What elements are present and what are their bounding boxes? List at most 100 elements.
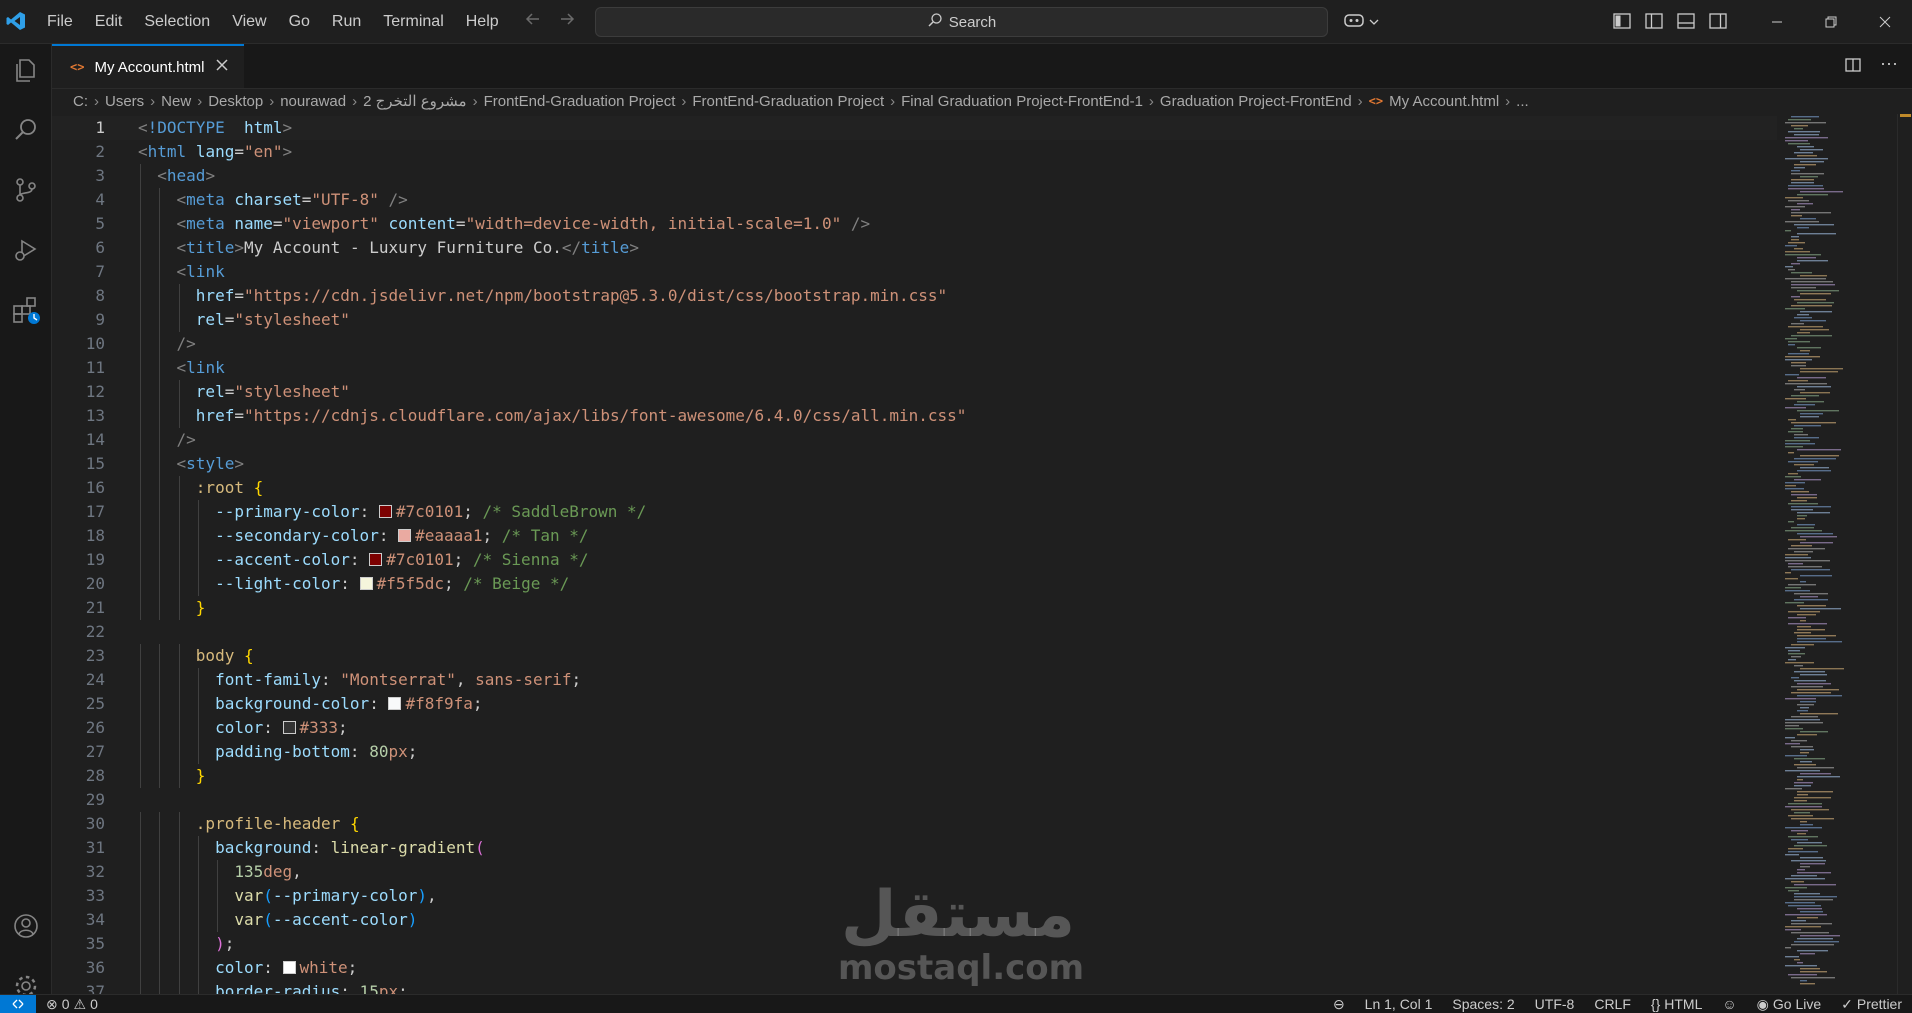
color-swatch[interactable] xyxy=(282,721,296,734)
code-line[interactable]: 9 rel="stylesheet" xyxy=(52,308,1777,332)
code-line[interactable]: 27 padding-bottom: 80px; xyxy=(52,740,1777,764)
color-swatch[interactable] xyxy=(378,505,392,518)
copilot-button[interactable] xyxy=(1343,11,1379,34)
breadcrumb-item[interactable]: Users xyxy=(105,93,144,110)
code-line[interactable]: 2 <html lang="en"> xyxy=(52,140,1777,164)
copilot-status[interactable]: ☺ xyxy=(1712,996,1746,1012)
code-editor[interactable]: 1 <!DOCTYPE html> 2 <html lang="en"> 3 <head… xyxy=(52,114,1777,994)
language-mode[interactable]: {} HTML xyxy=(1641,996,1712,1012)
breadcrumb-item[interactable]: ... xyxy=(1516,93,1529,110)
code-line[interactable]: 17 --primary-color: #7c0101; /* SaddleBr… xyxy=(52,500,1777,524)
code-line[interactable]: 30 .profile-header { xyxy=(52,812,1777,836)
color-swatch[interactable] xyxy=(282,961,296,974)
breadcrumb-item[interactable]: FrontEnd-Graduation Project xyxy=(484,93,676,110)
vertical-scrollbar[interactable] xyxy=(1897,114,1912,994)
code-line[interactable]: 23 body { xyxy=(52,644,1777,668)
code-line[interactable]: 7 <link xyxy=(52,260,1777,284)
breadcrumb-item[interactable]: Graduation Project-FrontEnd xyxy=(1160,93,1352,110)
code-line[interactable]: 22 xyxy=(52,620,1777,644)
code-line[interactable]: 15 <style> xyxy=(52,452,1777,476)
code-line[interactable]: 8 href="https://cdn.jsdelivr.net/npm/boo… xyxy=(52,284,1777,308)
breadcrumb-item[interactable]: FrontEnd-Graduation Project xyxy=(692,93,884,110)
problems-indicator[interactable]: ⊗ 0 ⚠ 0 xyxy=(36,996,108,1013)
cursor-position[interactable]: Ln 1, Col 1 xyxy=(1355,996,1443,1012)
toggle-panel-icon[interactable] xyxy=(1676,11,1696,36)
encoding[interactable]: UTF-8 xyxy=(1525,996,1585,1012)
code-line[interactable]: 6 <title>My Account - Luxury Furniture C… xyxy=(52,236,1777,260)
extensions-icon[interactable] xyxy=(0,286,51,334)
account-icon[interactable] xyxy=(0,902,51,950)
close-icon[interactable] xyxy=(215,58,229,76)
menu-view[interactable]: View xyxy=(221,13,277,31)
code-line[interactable]: 3 <head> xyxy=(52,164,1777,188)
code-line[interactable]: 16 :root { xyxy=(52,476,1777,500)
code-line[interactable]: 24 font-family: "Montserrat", sans-serif… xyxy=(52,668,1777,692)
code-line[interactable]: 11 <link xyxy=(52,356,1777,380)
close-window-icon[interactable] xyxy=(1858,0,1912,43)
line-number: 7 xyxy=(95,262,105,281)
breadcrumb-item[interactable]: Desktop xyxy=(208,93,263,110)
explorer-icon[interactable] xyxy=(0,46,51,94)
breadcrumb-item[interactable]: مشروع التخرج 2 xyxy=(363,92,466,110)
code-line[interactable]: 12 rel="stylesheet" xyxy=(52,380,1777,404)
zoom-indicator[interactable]: ⊖ xyxy=(1323,996,1355,1013)
more-actions-icon[interactable]: ··· xyxy=(1880,54,1898,79)
menu-terminal[interactable]: Terminal xyxy=(372,13,454,31)
menu-help[interactable]: Help xyxy=(455,13,510,31)
code-line[interactable]: 4 <meta charset="UTF-8" /> xyxy=(52,188,1777,212)
code-line[interactable]: 18 --secondary-color: #eaaaa1; /* Tan */ xyxy=(52,524,1777,548)
breadcrumb-item[interactable]: Final Graduation Project-FrontEnd-1 xyxy=(901,93,1143,110)
code-line[interactable]: 21 } xyxy=(52,596,1777,620)
run-debug-icon[interactable] xyxy=(0,226,51,274)
code-line[interactable]: 19 --accent-color: #7c0101; /* Sienna */ xyxy=(52,548,1777,572)
code-line[interactable]: 20 --light-color: #f5f5dc; /* Beige */ xyxy=(52,572,1777,596)
source-control-icon[interactable] xyxy=(0,166,51,214)
back-arrow-icon[interactable] xyxy=(524,10,542,33)
tab-my-account-html[interactable]: <> My Account.html xyxy=(52,44,244,88)
scrollbar-thumb[interactable] xyxy=(1900,114,1911,117)
breadcrumb-item[interactable]: C: xyxy=(73,93,88,110)
toggle-primary-sidebar-icon[interactable] xyxy=(1644,11,1664,36)
code-line[interactable]: 31 background: linear-gradient( xyxy=(52,836,1777,860)
split-editor-icon[interactable] xyxy=(1844,56,1862,79)
code-line[interactable]: 10 /> xyxy=(52,332,1777,356)
customize-layout-icon[interactable] xyxy=(1612,11,1632,36)
forward-arrow-icon[interactable] xyxy=(558,10,576,33)
breadcrumb-item[interactable]: New xyxy=(161,93,191,110)
menu-file[interactable]: File xyxy=(36,13,84,31)
code-line[interactable]: 13 href="https://cdnjs.cloudflare.com/aj… xyxy=(52,404,1777,428)
tab-title: My Account.html xyxy=(94,58,205,76)
menu-selection[interactable]: Selection xyxy=(133,13,221,31)
code-line[interactable]: 26 color: #333; xyxy=(52,716,1777,740)
end-of-line[interactable]: CRLF xyxy=(1584,996,1641,1012)
color-swatch[interactable] xyxy=(388,697,402,710)
color-swatch[interactable] xyxy=(369,553,383,566)
code-text: padding-bottom: 80px; xyxy=(138,740,417,764)
code-line[interactable]: 14 /> xyxy=(52,428,1777,452)
color-swatch[interactable] xyxy=(359,577,373,590)
minimize-icon[interactable] xyxy=(1750,0,1804,43)
search-view-icon[interactable] xyxy=(0,106,51,154)
indentation[interactable]: Spaces: 2 xyxy=(1442,996,1524,1012)
minimap[interactable] xyxy=(1777,114,1897,994)
toggle-secondary-sidebar-icon[interactable] xyxy=(1708,11,1728,36)
code-line[interactable]: 28 } xyxy=(52,764,1777,788)
code-line[interactable]: 29 xyxy=(52,788,1777,812)
remote-indicator[interactable] xyxy=(0,995,36,1013)
breadcrumb-item-current[interactable]: My Account.html xyxy=(1389,93,1499,110)
prettier-status[interactable]: ✓ Prettier xyxy=(1831,996,1912,1013)
restore-icon[interactable] xyxy=(1804,0,1858,43)
code-line[interactable]: 25 background-color: #f8f9fa; xyxy=(52,692,1777,716)
minimap-line xyxy=(1797,833,1806,835)
menu-edit[interactable]: Edit xyxy=(84,13,134,31)
command-search-box[interactable]: Search xyxy=(595,7,1328,37)
go-live-button[interactable]: ◉ Go Live xyxy=(1747,996,1831,1013)
minimap-line xyxy=(1794,152,1813,154)
color-swatch[interactable] xyxy=(398,529,412,542)
breadcrumb-item[interactable]: nourawad xyxy=(280,93,346,110)
menu-go[interactable]: Go xyxy=(278,13,321,31)
code-line[interactable]: 1 <!DOCTYPE html> xyxy=(52,116,1777,140)
code-line[interactable]: 5 <meta name="viewport" content="width=d… xyxy=(52,212,1777,236)
menu-run[interactable]: Run xyxy=(321,13,372,31)
